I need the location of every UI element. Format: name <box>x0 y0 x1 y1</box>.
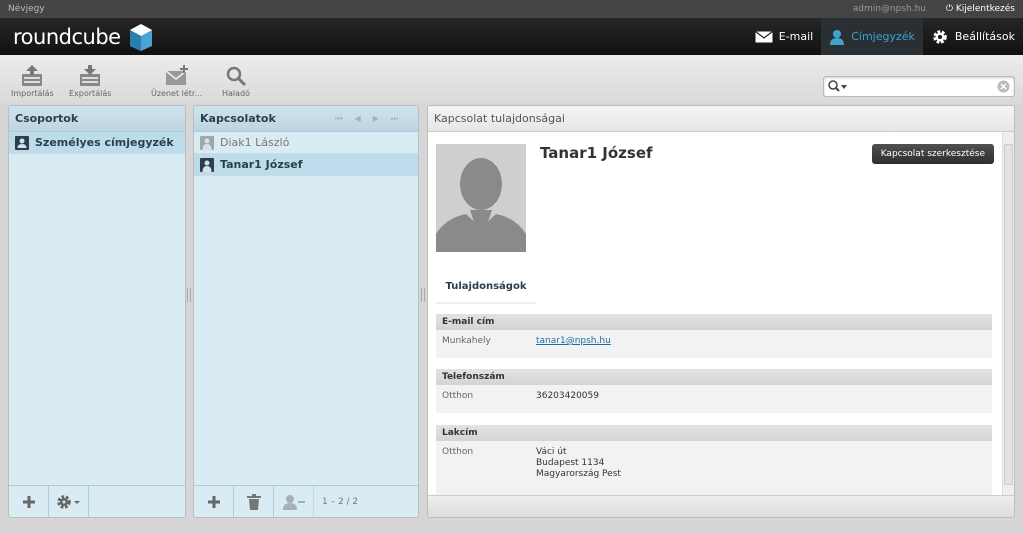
groups-header: Csoportok <box>9 106 185 132</box>
address-section: Lakcím Otthon Váci út Budapest 1134 Magy… <box>436 425 992 495</box>
import-icon <box>22 65 43 86</box>
contact-name: Diak1 László <box>220 135 290 149</box>
remove-user-icon <box>282 495 305 510</box>
contacts-panel: Kapcsolatok ⏮◀▶⏭ Diak1 László Tanar1 Józ… <box>193 105 419 518</box>
logo[interactable]: roundcube <box>13 22 153 52</box>
contact-row[interactable]: Diak1 László <box>194 132 418 154</box>
export-icon <box>80 65 101 86</box>
username: admin@npsh.hu <box>852 4 926 14</box>
previous-page-icon[interactable]: ◀ <box>354 114 372 123</box>
advanced-label: Haladó <box>222 89 251 98</box>
remove-from-group-button[interactable] <box>274 486 314 517</box>
contact-row[interactable]: Tanar1 József <box>194 154 418 176</box>
first-page-icon[interactable]: ⏮ <box>335 114 354 123</box>
next-page-icon[interactable]: ▶ <box>373 114 391 123</box>
envelope-icon <box>754 30 773 42</box>
contact-full-name: Tanar1 József <box>540 144 653 162</box>
email-section: E-mail cím Munkahely tanar1@npsh.hu <box>436 314 992 358</box>
phone-value: 36203420059 <box>536 391 599 401</box>
address-label: Otthon <box>442 447 474 457</box>
search-box <box>823 76 1015 97</box>
contacts-header: Kapcsolatok ⏮◀▶⏭ <box>194 106 418 132</box>
page-title: Névjegy <box>8 4 45 14</box>
main-nav: E-mail Címjegyzék Beállítások <box>747 18 1023 55</box>
compose-icon <box>165 65 188 85</box>
tab-properties[interactable]: Tulajdonságok <box>436 276 536 304</box>
last-page-icon[interactable]: ⏭ <box>391 114 410 123</box>
plus-icon <box>22 496 35 508</box>
add-group-button[interactable] <box>9 486 49 517</box>
trash-icon <box>246 494 261 510</box>
logout-button[interactable]: ⏻ Kijelentkezés <box>946 0 1015 18</box>
compose-button[interactable]: Üzenet létr... <box>151 65 202 98</box>
address-line: Váci út <box>536 447 567 457</box>
contact-photo <box>436 144 526 252</box>
header-bar: roundcube E-mail Címjegyzék Beállítások <box>0 18 1023 55</box>
scrollbar-thumb[interactable] <box>1004 144 1013 485</box>
tab-properties-label: Tulajdonságok <box>445 281 527 292</box>
plus-icon <box>207 496 220 508</box>
magnifier-icon <box>226 66 247 87</box>
group-label: Személyes címjegyzék <box>35 135 174 149</box>
contacts-count: 1 – 2 / 2 <box>322 497 359 507</box>
logout-label: Kijelentkezés <box>955 4 1015 14</box>
address-section-title: Lakcím <box>436 425 992 441</box>
address-value: Váci út Budapest 1134 Magyarország Pest <box>536 447 621 480</box>
contacts-header-label: Kapcsolatok <box>200 112 276 125</box>
group-item-personal[interactable]: Személyes címjegyzék <box>9 132 185 154</box>
nav-contacts[interactable]: Címjegyzék <box>821 18 923 55</box>
email-link[interactable]: tanar1@npsh.hu <box>536 336 611 347</box>
contact-name: Tanar1 József <box>220 157 303 171</box>
nav-email[interactable]: E-mail <box>747 18 822 55</box>
right-splitter[interactable] <box>421 288 425 302</box>
group-options-button[interactable] <box>49 486 89 517</box>
export-button[interactable]: Exportálás <box>69 65 111 98</box>
add-contact-button[interactable] <box>194 486 234 517</box>
nav-settings-label: Beállítások <box>954 30 1015 43</box>
left-splitter[interactable] <box>187 288 191 302</box>
email-section-title: E-mail cím <box>436 314 992 330</box>
groups-panel: Csoportok Személyes címjegyzék <box>8 105 186 518</box>
top-line-bar: Névjegy admin@npsh.hu ⏻ Kijelentkezés <box>0 0 1023 18</box>
nav-contacts-label: Címjegyzék <box>851 30 915 43</box>
delete-contact-button[interactable] <box>234 486 274 517</box>
addressbook-icon <box>15 135 29 150</box>
person-icon <box>830 29 845 45</box>
pagination-icons: ⏮◀▶⏭ <box>335 106 410 132</box>
search-options-icon[interactable] <box>828 80 848 97</box>
power-icon: ⏻ <box>945 4 954 14</box>
search-input[interactable] <box>850 79 990 94</box>
phone-section: Telefonszám Otthon 36203420059 <box>436 369 992 413</box>
contacts-footer: 1 – 2 / 2 <box>194 485 418 517</box>
phone-section-title: Telefonszám <box>436 369 992 385</box>
cube-icon <box>129 24 152 51</box>
email-label: Munkahely <box>442 336 491 346</box>
gear-icon <box>933 29 947 44</box>
contact-avatar-icon <box>200 157 214 172</box>
advanced-search-button[interactable]: Haladó <box>222 65 250 98</box>
gear-menu-icon <box>56 495 80 509</box>
contact-avatar-icon <box>200 135 214 150</box>
contact-details-panel: Kapcsolat tulajdonságai Tanar1 József Ka… <box>427 105 1015 518</box>
export-label: Exportálás <box>69 89 112 98</box>
details-footer <box>428 495 1014 517</box>
import-label: Importálás <box>11 89 54 98</box>
import-button[interactable]: Importálás <box>11 65 54 98</box>
search-reset-icon[interactable] <box>997 80 1010 96</box>
phone-label: Otthon <box>442 391 474 401</box>
nav-settings[interactable]: Beállítások <box>923 18 1023 55</box>
avatar-silhouette-icon <box>436 158 526 252</box>
nav-email-label: E-mail <box>778 30 814 43</box>
groups-footer <box>9 485 185 517</box>
edit-contact-button[interactable]: Kapcsolat szerkesztése <box>871 144 994 164</box>
address-line: Magyarország Pest <box>536 469 621 479</box>
logo-text: roundcube <box>13 25 121 49</box>
address-line: Budapest 1134 <box>536 458 605 468</box>
compose-label: Üzenet létr... <box>151 89 203 98</box>
details-header: Kapcsolat tulajdonságai <box>428 106 1014 132</box>
details-scrollbar[interactable] <box>1002 132 1014 495</box>
